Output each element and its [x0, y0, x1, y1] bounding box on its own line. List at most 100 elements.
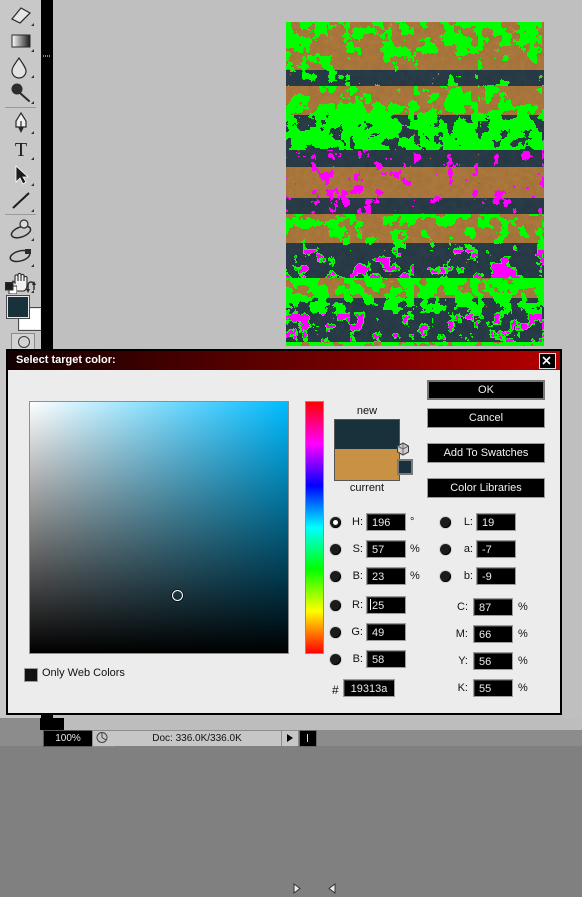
tool-expand-corner: [31, 238, 34, 241]
lightness-radio[interactable]: [440, 517, 451, 528]
color-preview-box: [334, 419, 400, 481]
panel-grip-handle[interactable]: [43, 55, 51, 57]
type-tool[interactable]: T: [6, 136, 36, 162]
lab-a-input[interactable]: -7: [476, 540, 516, 558]
saturation-unit: %: [410, 543, 420, 555]
lab-a-row: a: -7: [440, 540, 540, 560]
triangle-left-icon: [328, 882, 336, 894]
3d-rotate-tool[interactable]: [6, 217, 36, 243]
tool-expand-corner: [31, 49, 34, 52]
hue-slider-handle-left[interactable]: [293, 882, 302, 894]
blue-radio[interactable]: [330, 654, 341, 665]
lightness-row: L: 19: [440, 513, 540, 533]
3d-orbit-tool[interactable]: [6, 243, 36, 269]
ok-button[interactable]: OK: [427, 380, 545, 400]
blue-label: B:: [352, 653, 363, 665]
lab-a-radio[interactable]: [440, 544, 451, 555]
out-of-gamut-warning-icon[interactable]: [396, 442, 410, 456]
grip-line-icon: [307, 734, 308, 742]
brightness-radio[interactable]: [330, 571, 341, 582]
red-input[interactable]: 25: [366, 596, 406, 614]
yellow-row: Y: 56 %: [440, 652, 550, 672]
hue-slider-handle-right[interactable]: [327, 882, 336, 894]
hue-slider[interactable]: [305, 401, 324, 654]
status-strip: [64, 718, 582, 730]
gradient-tool[interactable]: [6, 28, 36, 54]
new-color-swatch[interactable]: [335, 420, 399, 451]
saturation-brightness-field[interactable]: [29, 401, 289, 654]
triangle-right-icon: [293, 882, 301, 894]
dialog-title: Select target color:: [16, 354, 116, 366]
current-color-label: current: [349, 482, 385, 494]
green-label: G:: [351, 626, 363, 638]
web-safe-color-indicator[interactable]: [397, 459, 413, 475]
quick-mask-icon: [18, 336, 30, 348]
current-color-swatch[interactable]: [335, 449, 399, 480]
triangle-right-icon: [287, 734, 293, 742]
hue-radio[interactable]: [330, 517, 341, 528]
toolbar-divider: [5, 107, 36, 108]
document-image[interactable]: [286, 22, 544, 346]
black-input[interactable]: 55: [473, 679, 513, 697]
resize-grip[interactable]: [299, 730, 317, 747]
red-label: R:: [352, 599, 363, 611]
tool-expand-corner: [31, 131, 34, 134]
add-to-swatches-button[interactable]: Add To Swatches: [427, 443, 545, 463]
green-radio[interactable]: [330, 627, 341, 638]
hue-row: H: 196 °: [330, 513, 430, 533]
cyan-unit: %: [518, 601, 528, 613]
document-tab[interactable]: [40, 718, 64, 730]
red-radio[interactable]: [330, 600, 341, 611]
red-row: R: 25: [330, 596, 430, 616]
svg-text:T: T: [15, 139, 27, 161]
lab-b-input[interactable]: -9: [476, 567, 516, 585]
saturation-input[interactable]: 57: [366, 540, 406, 558]
default-colors-icon[interactable]: [4, 281, 18, 295]
only-web-colors-checkbox[interactable]: [24, 668, 38, 682]
dodge-tool[interactable]: [6, 80, 36, 106]
lightness-input[interactable]: 19: [476, 513, 516, 531]
lightness-label: L:: [463, 516, 473, 528]
zoom-level-field[interactable]: 100%: [43, 730, 93, 747]
brightness-input[interactable]: 23: [366, 567, 406, 585]
hex-input[interactable]: 19313a: [343, 679, 395, 697]
color-swatches: [6, 295, 42, 331]
cancel-button[interactable]: Cancel: [427, 408, 545, 428]
green-input[interactable]: 49: [366, 623, 406, 641]
tool-expand-corner: [31, 23, 34, 26]
tool-expand-corner: [31, 75, 34, 78]
brightness-row: B: 23 %: [330, 567, 430, 587]
status-menu-button[interactable]: [282, 730, 298, 746]
tool-expand-corner: [31, 157, 34, 160]
yellow-label: Y:: [458, 655, 468, 667]
brightness-gradient: [30, 402, 288, 653]
hue-input[interactable]: 196: [366, 513, 406, 531]
lab-b-radio[interactable]: [440, 571, 451, 582]
color-libraries-button[interactable]: Color Libraries: [427, 478, 545, 498]
cyan-input[interactable]: 87: [473, 598, 513, 616]
yellow-input[interactable]: 56: [473, 652, 513, 670]
document-size-info: Doc: 336.0K/336.0K: [113, 730, 281, 746]
blur-tool[interactable]: [6, 54, 36, 80]
brightness-label: B:: [352, 570, 363, 582]
toolbar-divider: [5, 214, 36, 215]
new-color-label: new: [356, 405, 378, 417]
status-preview-icon[interactable]: [92, 730, 114, 747]
close-button[interactable]: [539, 353, 556, 369]
red-value: 25: [372, 600, 385, 612]
swap-colors-icon[interactable]: [26, 281, 39, 294]
saturation-label: S:: [352, 543, 363, 555]
blue-input[interactable]: 58: [366, 650, 406, 668]
hex-symbol: #: [332, 683, 339, 697]
foreground-color-swatch[interactable]: [6, 295, 30, 319]
pen-tool[interactable]: [6, 110, 36, 136]
color-picker-handle[interactable]: [171, 589, 183, 601]
close-icon: [542, 356, 551, 365]
dialog-titlebar[interactable]: Select target color:: [8, 351, 560, 370]
magenta-input[interactable]: 66: [473, 625, 513, 643]
eraser-tool[interactable]: [6, 2, 36, 28]
path-selection-tool[interactable]: [6, 162, 36, 188]
line-tool[interactable]: [6, 188, 36, 214]
saturation-radio[interactable]: [330, 544, 341, 555]
yellow-unit: %: [518, 655, 528, 667]
